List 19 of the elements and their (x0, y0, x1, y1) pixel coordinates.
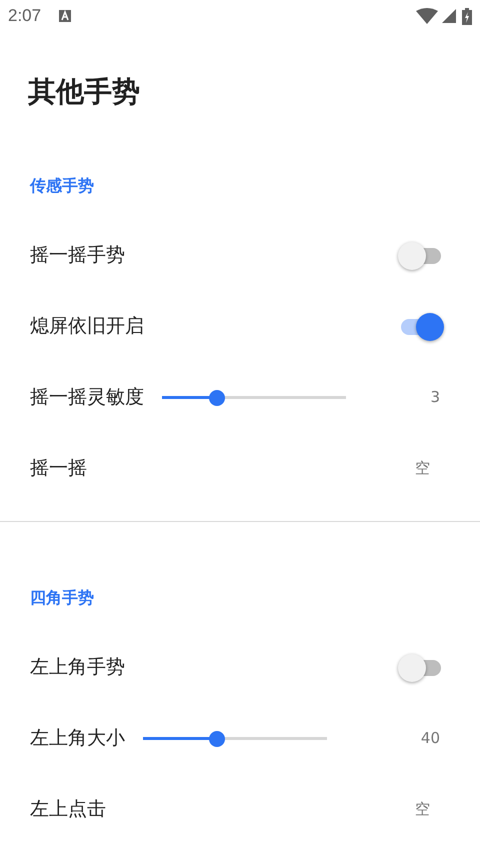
setting-label: 摇一摇灵敏度 (30, 385, 144, 410)
setting-label: 左上角大小 (30, 726, 125, 752)
setting-label: 摇一摇 (30, 456, 87, 482)
value-text: 空 (415, 458, 430, 480)
status-time: 2:07 (8, 5, 42, 28)
page-title: 其他手势 (28, 74, 140, 110)
notification-icon (59, 10, 72, 22)
value-text: 40 (420, 728, 440, 750)
value-text: 3 (430, 387, 440, 408)
value-text: 空 (415, 799, 430, 820)
section-header: 传感手势 (30, 175, 94, 197)
setting-label: 摇一摇手势 (30, 243, 125, 268)
wifi-icon (416, 8, 438, 24)
setting-label: 左上角手势 (30, 655, 125, 680)
setting-label: 熄屏依旧开启 (30, 314, 144, 340)
section-header: 四角手势 (30, 587, 94, 609)
battery-icon (462, 8, 472, 24)
setting-label: 左上点击 (30, 797, 106, 822)
signal-icon (442, 9, 456, 23)
